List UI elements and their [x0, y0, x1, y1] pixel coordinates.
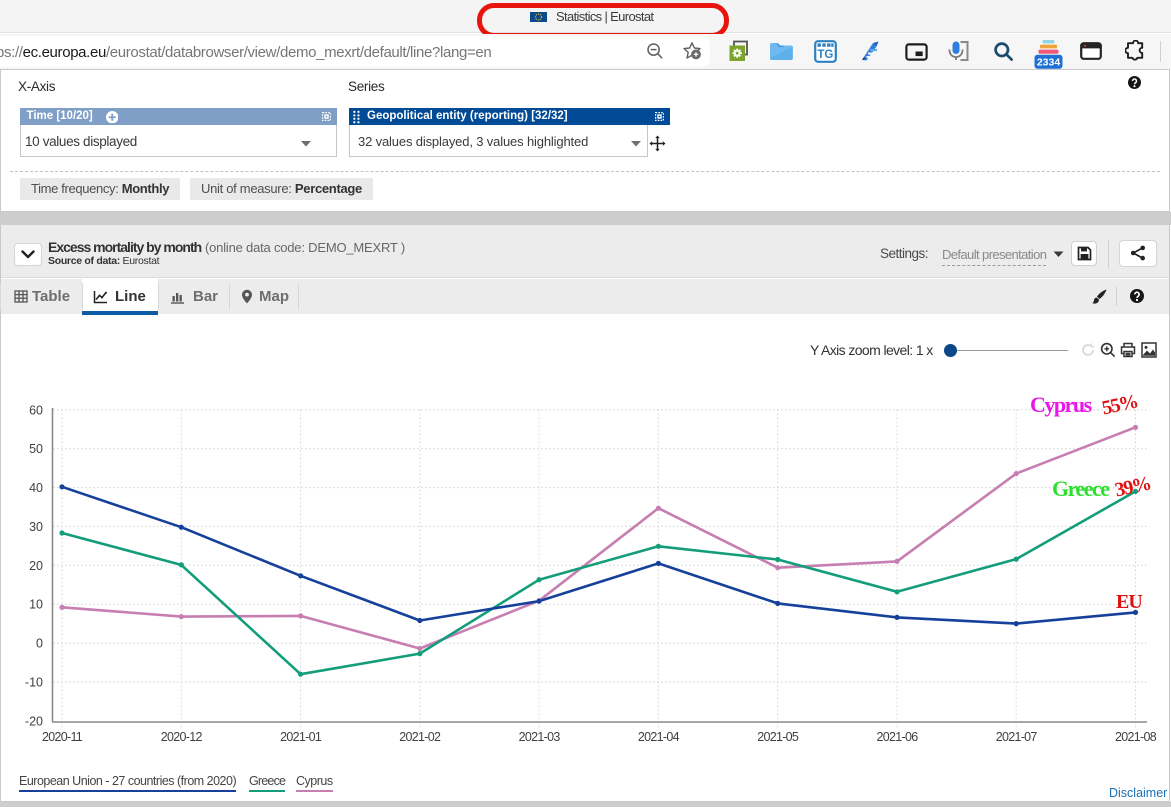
svg-text:10: 10 — [29, 598, 43, 612]
svg-text:2021-04: 2021-04 — [638, 730, 680, 744]
svg-text:20: 20 — [29, 559, 43, 573]
svg-text:-10: -10 — [25, 676, 43, 690]
svg-text:2021-07: 2021-07 — [996, 730, 1038, 744]
svg-text:50: 50 — [29, 442, 43, 456]
svg-text:2020-11: 2020-11 — [42, 730, 83, 744]
svg-text:2021-03: 2021-03 — [519, 730, 561, 744]
svg-text:0: 0 — [36, 637, 43, 651]
svg-text:60: 60 — [29, 403, 43, 417]
svg-text:TG: TG — [817, 49, 833, 61]
svg-text:30: 30 — [29, 520, 43, 534]
svg-text:2021-02: 2021-02 — [399, 730, 441, 744]
svg-text:2021-08: 2021-08 — [1115, 730, 1157, 744]
svg-text:2021-06: 2021-06 — [877, 730, 919, 744]
svg-text:-20: -20 — [25, 714, 43, 728]
svg-text:2020-12: 2020-12 — [161, 730, 203, 744]
svg-text:2334: 2334 — [1037, 57, 1061, 69]
svg-text:2021-05: 2021-05 — [757, 730, 799, 744]
svg-text:2021-01: 2021-01 — [280, 730, 322, 744]
svg-text:40: 40 — [29, 481, 43, 495]
